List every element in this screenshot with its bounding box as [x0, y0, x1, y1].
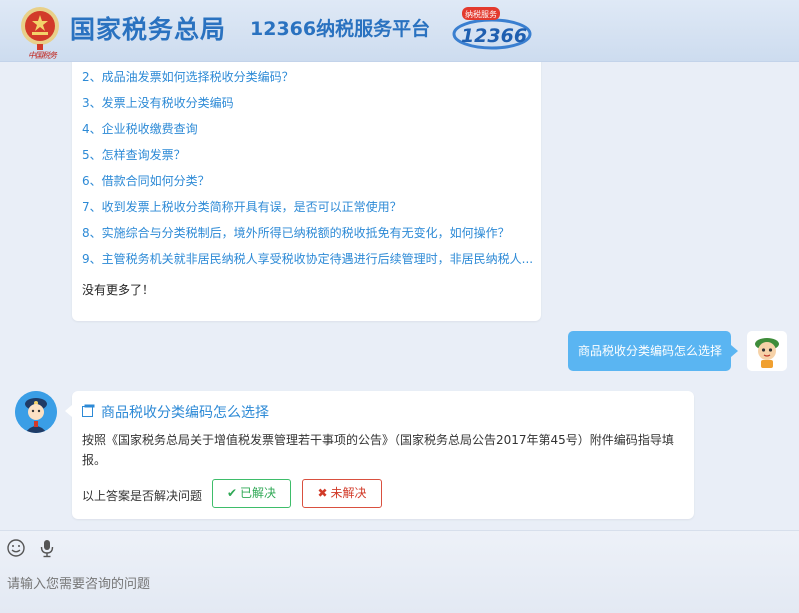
resolved-button[interactable]: ✔ 已解决 [212, 479, 291, 508]
resolved-button-label: 已解决 [240, 486, 277, 500]
related-questions-card: 2、成品油发票如何选择税收分类编码？ 3、发票上没有税收分类编码 4、企业税收缴… [72, 62, 541, 321]
user-message-bubble: 商品税收分类编码怎么选择 [568, 331, 738, 371]
related-question-link[interactable]: 8、实施综合与分类税制后，境外所得已纳税额的税收抵免有无变化，如何操作？ [82, 224, 510, 241]
related-question-link[interactable]: 6、借款合同如何分类？ [82, 172, 210, 189]
site-title: 国家税务总局 [70, 15, 227, 44]
question-input[interactable] [7, 573, 787, 595]
resolve-question: 以上答案是否解决问题 [82, 489, 203, 503]
check-icon: ✔ [226, 486, 238, 500]
no-more-text: 没有更多了！ [82, 283, 155, 297]
related-question-link[interactable]: 9、主管税务机关就非居民纳税人享受税收协定待遇进行后续管理时，非居民纳税人... [82, 250, 533, 267]
national-emblem-icon [21, 7, 59, 50]
header: 中国税务 国家税务总局 12366纳税服务平台 纳税服务 12366 [0, 0, 799, 62]
smiley-icon[interactable] [6, 538, 26, 558]
microphone-icon[interactable] [37, 538, 57, 558]
emblem-caption: 中国税务 [28, 51, 57, 60]
unresolved-button[interactable]: ✖ 未解决 [302, 479, 382, 508]
bot-avatar-icon [15, 391, 57, 433]
hotline-banner-text: 纳税服务 [465, 9, 497, 19]
answer-card: 商品税收分类编码怎么选择 按照《国家税务总局关于增值税发票管理若干事项的公告》（… [65, 391, 694, 519]
related-question-link[interactable]: 5、怎样查询发票？ [82, 146, 186, 163]
unresolved-button-label: 未解决 [330, 486, 367, 500]
hotline-number-text: 12366 [461, 25, 527, 47]
related-question-link[interactable]: 7、收到发票上税收分类简称开具有误，是否可以正常使用？ [82, 198, 402, 215]
x-icon: ✖ [317, 486, 328, 500]
related-question-link[interactable]: 4、企业税收缴费查询 [82, 120, 198, 137]
related-question-link[interactable]: 3、发票上没有税收分类编码 [82, 94, 234, 111]
chat-history[interactable]: 2、成品油发票如何选择税收分类编码？ 3、发票上没有税收分类编码 4、企业税收缴… [0, 62, 799, 530]
user-avatar-icon [747, 331, 787, 371]
hotline-12366-logo-icon: 纳税服务 12366 [452, 7, 532, 50]
input-area [0, 530, 799, 613]
answer-body: 按照《国家税务总局关于增值税发票管理若干事项的公告》（国家税务总局公告2017年… [82, 433, 674, 467]
window-copy-icon [82, 404, 95, 417]
answer-title: 商品税收分类编码怎么选择 [101, 405, 269, 421]
related-question-link[interactable]: 2、成品油发票如何选择税收分类编码？ [82, 68, 294, 85]
platform-title: 12366纳税服务平台 [250, 18, 431, 40]
